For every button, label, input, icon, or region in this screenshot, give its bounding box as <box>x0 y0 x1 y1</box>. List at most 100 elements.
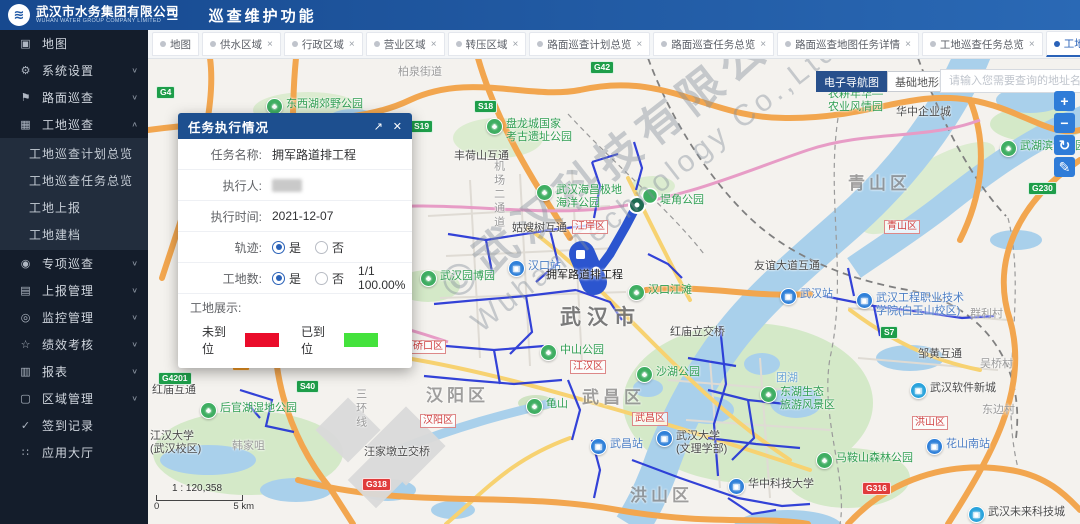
radio-icon[interactable] <box>315 272 328 285</box>
expand-icon[interactable]: ↗ <box>374 120 383 133</box>
submenu-item[interactable]: 工地建档 <box>0 221 148 248</box>
field-value: 2021-12-07 <box>272 209 333 223</box>
sidebar-item-map[interactable]: ▣地图 <box>0 30 148 57</box>
chevron-down-icon: ∨ <box>131 286 138 295</box>
app-hall-icon: ∷ <box>18 446 33 459</box>
tab-dot-icon <box>210 41 216 47</box>
site-count-radio-否[interactable]: 否 <box>315 270 344 287</box>
tab-close-icon[interactable]: × <box>905 39 911 50</box>
tab-close-icon[interactable]: × <box>1029 39 1035 50</box>
company-name-en: WUHAN WATER GROUP COMPANY LIMITED <box>36 19 179 25</box>
tab-site-task-overview[interactable]: 工地巡查任务总览× <box>922 32 1043 56</box>
site-patrol-icon: ▦ <box>18 118 33 131</box>
tab-close-icon[interactable]: × <box>267 39 273 50</box>
sidebar-item-special-patrol[interactable]: ◉专项巡查∨ <box>0 250 148 277</box>
map-scale: 1 : 120,358 0 5 km <box>156 483 254 512</box>
dialog-display-section: 工地展示: 未到位已到位 <box>178 294 412 368</box>
field-value: 拥军路道排工程 <box>272 146 356 163</box>
dialog-header[interactable]: 任务执行情况 ↗ ✕ <box>178 113 412 139</box>
tab-close-icon[interactable]: × <box>513 39 519 50</box>
scale-max: 5 km <box>233 501 254 512</box>
chevron-down-icon: ∨ <box>131 394 138 403</box>
sidebar-item-monitor-mgmt[interactable]: ◎监控管理∨ <box>0 304 148 331</box>
radio-icon[interactable] <box>315 241 328 254</box>
tab-label: 工地巡查任务明细 <box>1064 36 1080 51</box>
scale-ratio: 1 : 120,358 <box>172 483 254 494</box>
tab-site-task-detail[interactable]: 工地巡查任务明细× <box>1046 31 1080 57</box>
tab-map[interactable]: 地图 <box>152 32 199 56</box>
zoom-out-icon[interactable]: − <box>1054 113 1075 133</box>
tab-dot-icon <box>785 41 791 47</box>
close-icon[interactable]: ✕ <box>393 120 402 133</box>
sidebar-item-region-mgmt[interactable]: ▢区域管理∨ <box>0 385 148 412</box>
sidebar-item-performance[interactable]: ☆绩效考核∨ <box>0 331 148 358</box>
tab-road-plan-overview[interactable]: 路面巡查计划总览× <box>529 32 650 56</box>
draw-icon[interactable]: ✎ <box>1054 157 1075 177</box>
legend-row: 未到位已到位 <box>190 323 400 357</box>
address-search-input[interactable] <box>940 69 1080 93</box>
menu-toggle-icon[interactable]: ☰ <box>166 7 179 24</box>
chevron-down-icon: ∨ <box>131 313 138 322</box>
road-patrol-icon: ⚑ <box>18 91 33 104</box>
basemap-electronic-button[interactable]: 电子导航图 <box>816 71 887 92</box>
submenu-item[interactable]: 工地上报 <box>0 194 148 221</box>
sidebar-item-label: 签到记录 <box>42 417 138 434</box>
sidebar-item-label: 绩效考核 <box>42 336 131 353</box>
sidebar-item-reports[interactable]: ▥报表∨ <box>0 358 148 385</box>
tab-admin-region[interactable]: 行政区域× <box>284 32 363 56</box>
track-radio-是[interactable]: 是 <box>272 239 301 256</box>
tab-dot-icon <box>930 41 936 47</box>
tab-dot-icon <box>1054 41 1060 47</box>
system-settings-icon: ⚙ <box>18 64 33 77</box>
chevron-up-icon: ∧ <box>131 120 138 129</box>
dialog-title: 任务执行情况 <box>188 117 364 136</box>
refresh-icon[interactable]: ↻ <box>1054 135 1075 155</box>
company-logo: ≋ 武汉市水务集团有限公司 WUHAN WATER GROUP COMPANY … <box>0 4 148 26</box>
tab-road-map-task-detail[interactable]: 路面巡查地图任务详情× <box>777 32 919 56</box>
sidebar-item-road-patrol[interactable]: ⚑路面巡查∨ <box>0 84 148 111</box>
chevron-down-icon: ∨ <box>131 367 138 376</box>
sidebar: ▣地图 ⚙ 系统设置 ∨ ⚑路面巡查∨▦工地巡查∧工地巡查计划总览工地巡查任务总览工地上… <box>0 30 148 524</box>
field-label: 执行时间: <box>190 208 262 225</box>
tab-close-icon[interactable]: × <box>636 39 642 50</box>
field-label: 执行人: <box>190 177 262 194</box>
legend-label: 已到位 <box>301 323 335 357</box>
sidebar-item-checkin[interactable]: ✓签到记录 <box>0 412 148 439</box>
tab-road-task-overview[interactable]: 路面巡查任务总览× <box>653 32 774 56</box>
tab-business-region[interactable]: 营业区域× <box>366 32 445 56</box>
radio-icon[interactable] <box>272 241 285 254</box>
sidebar-item-label: 应用大厅 <box>42 444 138 461</box>
sidebar-item-site-patrol[interactable]: ▦工地巡查∧ <box>0 111 148 138</box>
sidebar-item-app-hall[interactable]: ∷ 应用大厅 <box>0 439 148 466</box>
site-count-radio-是[interactable]: 是 <box>272 270 301 287</box>
tab-dot-icon <box>374 41 380 47</box>
sidebar-item-label: 系统设置 <box>42 62 131 79</box>
tab-close-icon[interactable]: × <box>349 39 355 50</box>
map-zoom-controls: +−↻✎ <box>1054 91 1075 177</box>
sidebar-item-system-settings[interactable]: ⚙系统设置∨ <box>0 57 148 84</box>
monitor-mgmt-icon: ◎ <box>18 311 33 324</box>
radio-icon[interactable] <box>272 272 285 285</box>
legend-swatch <box>344 333 378 347</box>
tab-label: 地图 <box>170 37 191 52</box>
tab-water-supply-region[interactable]: 供水区域× <box>202 32 281 56</box>
track-radio-否[interactable]: 否 <box>315 239 344 256</box>
sidebar-item-report-mgmt[interactable]: ▤上报管理∨ <box>0 277 148 304</box>
tab-pressure-region[interactable]: 转压区域× <box>448 32 527 56</box>
tab-close-icon[interactable]: × <box>760 39 766 50</box>
radio-label: 否 <box>332 270 344 287</box>
submenu-item[interactable]: 工地巡查任务总览 <box>0 167 148 194</box>
dialog-field-row: 执行人: <box>178 170 412 201</box>
dialog-field-row: 执行时间: 2021-12-07 <box>178 201 412 232</box>
radio-label: 是 <box>289 270 301 287</box>
submenu-item[interactable]: 工地巡查计划总览 <box>0 140 148 167</box>
tab-dot-icon <box>292 41 298 47</box>
special-patrol-icon: ◉ <box>18 257 33 270</box>
performance-icon: ☆ <box>18 338 33 351</box>
display-label: 工地展示: <box>190 299 400 316</box>
field-label: 轨迹: <box>190 239 262 256</box>
task-execution-dialog: 任务执行情况 ↗ ✕ 任务名称:拥军路道排工程执行人:执行时间:2021-12-… <box>178 113 412 368</box>
report-mgmt-icon: ▤ <box>18 284 33 297</box>
tab-close-icon[interactable]: × <box>431 39 437 50</box>
zoom-in-icon[interactable]: + <box>1054 91 1075 111</box>
